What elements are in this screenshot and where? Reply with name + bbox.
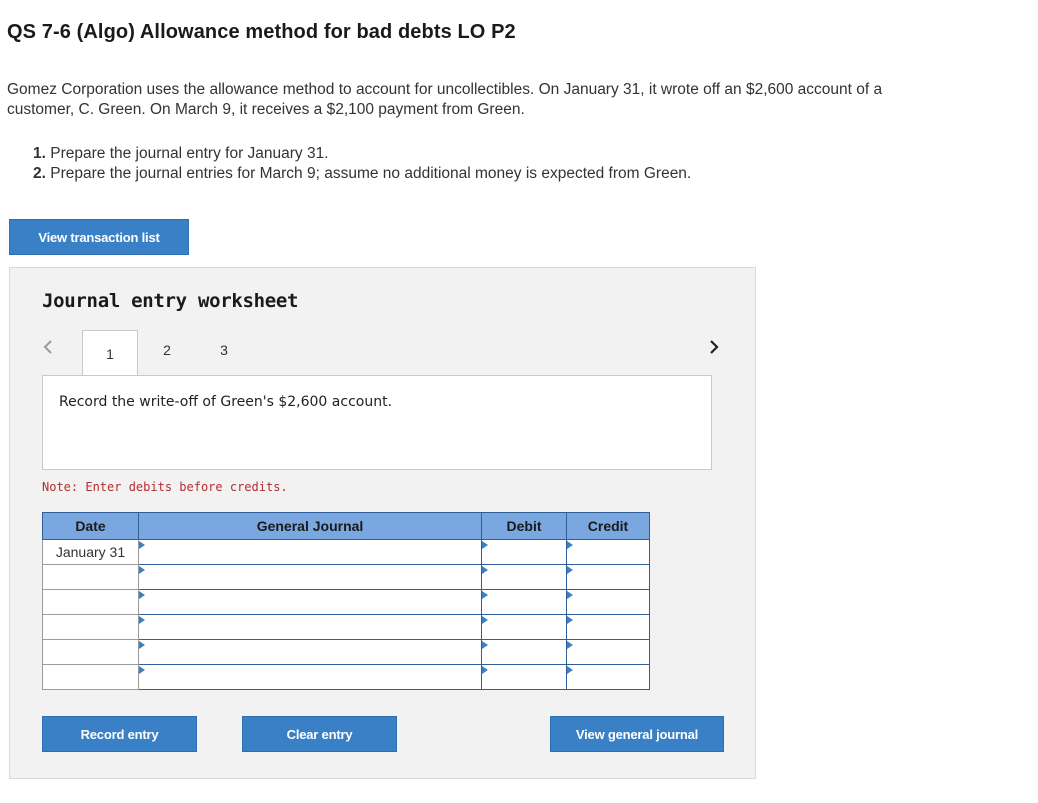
debit-cell (481, 614, 567, 640)
instruction-text: Prepare the journal entries for March 9;… (45, 165, 692, 182)
account-input[interactable] (139, 591, 480, 613)
problem-description: Gomez Corporation uses the allowance met… (7, 80, 1027, 120)
tab-1[interactable]: 1 (82, 330, 138, 376)
general-journal-column-header: General Journal (138, 512, 482, 540)
instruction-number: 2. (33, 165, 46, 182)
table-row: January 31 (42, 539, 650, 565)
next-arrow-icon[interactable] (703, 336, 725, 358)
tab-3[interactable]: 3 (196, 330, 252, 370)
credit-input[interactable] (567, 641, 648, 663)
journal-entry-worksheet: Journal entry worksheet 1 2 3 Record the… (9, 267, 756, 779)
previous-arrow-icon[interactable] (37, 336, 59, 358)
account-cell (138, 539, 482, 565)
table-header-row: Date General Journal Debit Credit (42, 512, 650, 540)
table-row (42, 639, 650, 665)
credit-cell (566, 589, 650, 615)
date-cell (42, 589, 139, 615)
transaction-description-box: Record the write-off of Green's $2,600 a… (42, 375, 712, 470)
clear-entry-button[interactable]: Clear entry (242, 716, 397, 752)
debit-cell (481, 589, 567, 615)
debit-cell (481, 639, 567, 665)
date-cell: January 31 (42, 539, 139, 565)
account-input[interactable] (139, 616, 480, 638)
date-column-header: Date (42, 512, 139, 540)
instruction-item: 1. Prepare the journal entry for January… (33, 144, 691, 164)
account-cell (138, 564, 482, 590)
account-cell (138, 589, 482, 615)
record-entry-button[interactable]: Record entry (42, 716, 197, 752)
date-cell (42, 614, 139, 640)
account-cell (138, 614, 482, 640)
intro-line-2: customer, C. Green. On March 9, it recei… (7, 101, 525, 118)
credit-input[interactable] (567, 666, 648, 688)
debit-input[interactable] (482, 666, 565, 688)
credit-cell (566, 539, 650, 565)
table-row (42, 664, 650, 690)
debit-input[interactable] (482, 641, 565, 663)
account-input[interactable] (139, 666, 480, 688)
account-cell (138, 664, 482, 690)
instruction-item: 2. Prepare the journal entries for March… (33, 164, 691, 184)
view-general-journal-button[interactable]: View general journal (550, 716, 724, 752)
credit-cell (566, 564, 650, 590)
instruction-number: 1. (33, 145, 46, 162)
date-cell (42, 564, 139, 590)
journal-table: Date General Journal Debit Credit Januar… (42, 512, 650, 690)
table-row (42, 614, 650, 640)
credit-input[interactable] (567, 616, 648, 638)
account-cell (138, 639, 482, 665)
worksheet-title: Journal entry worksheet (42, 290, 299, 312)
debit-cell (481, 539, 567, 565)
credit-cell (566, 614, 650, 640)
account-input[interactable] (139, 641, 480, 663)
account-input[interactable] (139, 566, 480, 588)
table-row (42, 589, 650, 615)
debit-input[interactable] (482, 541, 565, 563)
debit-cell (481, 664, 567, 690)
credit-cell (566, 639, 650, 665)
tab-2[interactable]: 2 (139, 330, 195, 370)
credit-input[interactable] (567, 566, 648, 588)
debit-column-header: Debit (481, 512, 567, 540)
entry-note: Note: Enter debits before credits. (42, 480, 288, 494)
date-cell (42, 664, 139, 690)
transaction-description: Record the write-off of Green's $2,600 a… (59, 394, 393, 410)
credit-cell (566, 664, 650, 690)
date-cell (42, 639, 139, 665)
credit-input[interactable] (567, 541, 648, 563)
table-row (42, 564, 650, 590)
account-input[interactable] (139, 541, 480, 563)
credit-column-header: Credit (566, 512, 650, 540)
debit-input[interactable] (482, 566, 565, 588)
instruction-text: Prepare the journal entry for January 31… (45, 145, 329, 162)
page-title: QS 7-6 (Algo) Allowance method for bad d… (7, 21, 516, 43)
instructions-list: 1. Prepare the journal entry for January… (33, 144, 691, 184)
intro-line-1: Gomez Corporation uses the allowance met… (7, 81, 883, 98)
view-transaction-list-button[interactable]: View transaction list (9, 219, 189, 255)
debit-input[interactable] (482, 591, 565, 613)
debit-input[interactable] (482, 616, 565, 638)
credit-input[interactable] (567, 591, 648, 613)
debit-cell (481, 564, 567, 590)
